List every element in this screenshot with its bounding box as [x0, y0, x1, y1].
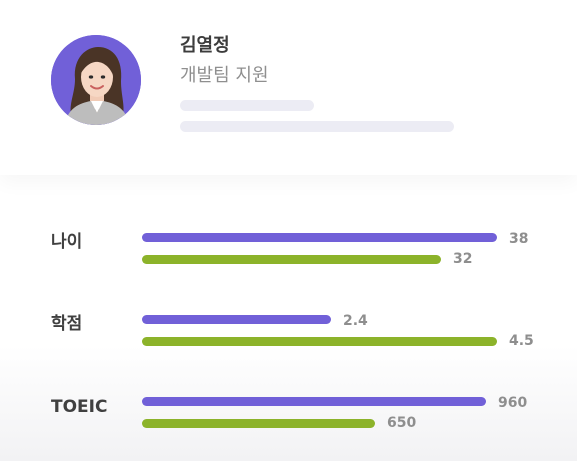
avatar-photo-icon	[51, 35, 141, 125]
bar-gpa-b	[142, 337, 497, 346]
profile-role: 개발팀 지원	[180, 65, 269, 86]
profile-comparison-card: 김열정 개발팀 지원 나이 38 32 학점 2.4 4.5 TOEIC 960…	[0, 0, 577, 461]
bar-value-age-a: 38	[509, 231, 529, 247]
bar-toeic-a	[142, 397, 486, 406]
bar-gpa-a	[142, 315, 331, 324]
bar-value-gpa-a: 2.4	[343, 313, 368, 329]
stat-label-age: 나이	[51, 232, 83, 252]
bar-value-age-b: 32	[453, 251, 473, 267]
bar-value-toeic-a: 960	[498, 395, 528, 411]
stat-label-toeic: TOEIC	[51, 397, 108, 417]
skeleton-line-short	[180, 100, 314, 111]
avatar	[51, 35, 141, 125]
bar-value-toeic-b: 650	[387, 415, 417, 431]
bar-age-b	[142, 255, 441, 264]
bar-age-a	[142, 233, 497, 242]
skeleton-line-long	[180, 121, 454, 132]
bar-value-gpa-b: 4.5	[509, 333, 534, 349]
profile-header: 김열정 개발팀 지원	[0, 0, 577, 175]
stat-label-gpa: 학점	[51, 314, 83, 334]
bar-toeic-b	[142, 419, 375, 428]
profile-name: 김열정	[180, 35, 230, 56]
